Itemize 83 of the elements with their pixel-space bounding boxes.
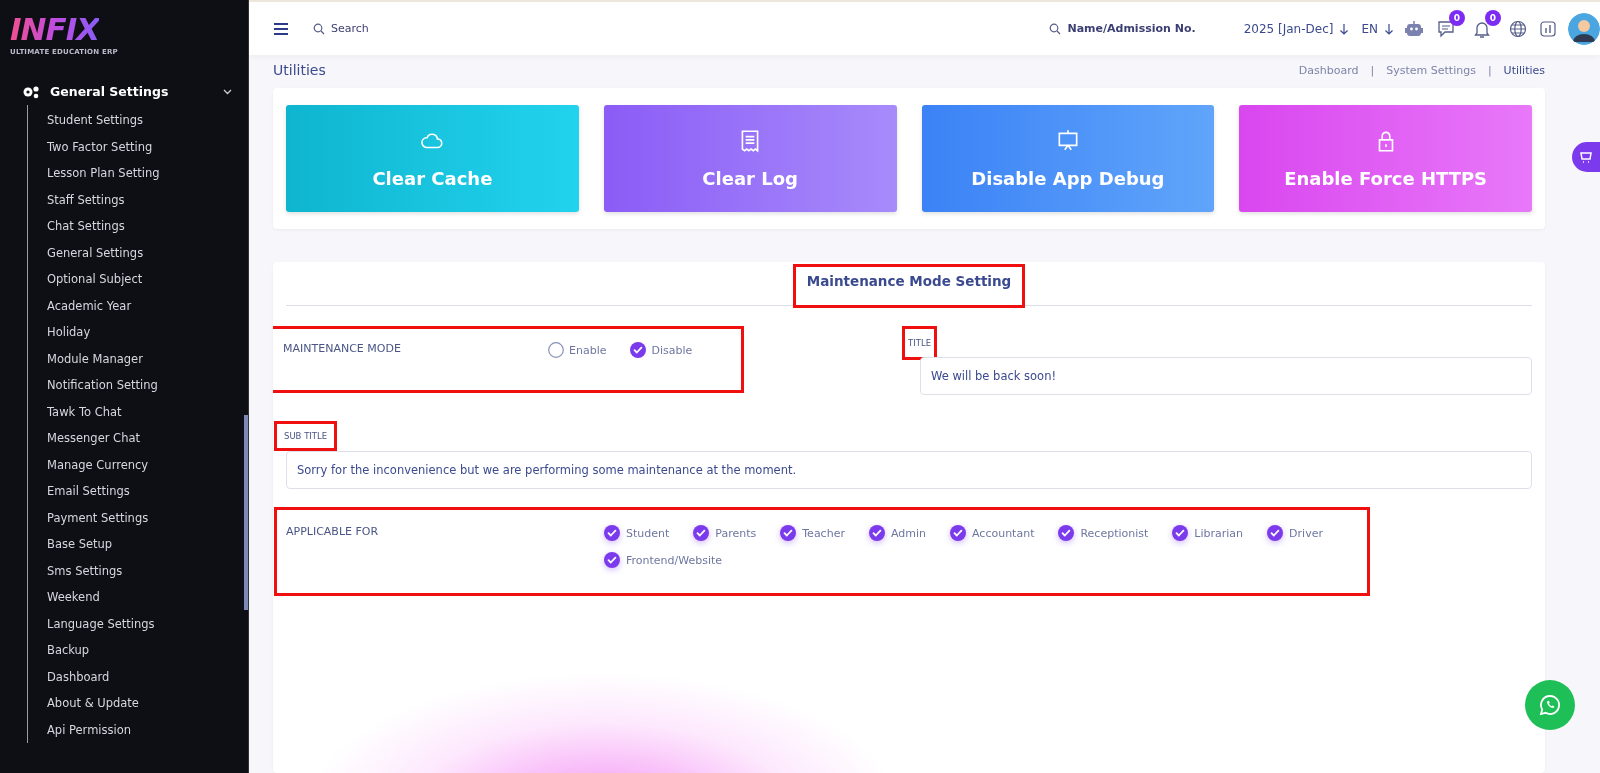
breadcrumb-link[interactable]: Dashboard [1298,63,1359,77]
checkbox-checked-icon[interactable] [1267,525,1284,541]
sidebar-item[interactable]: Weekend [28,584,248,611]
field-label: MAINTENANCE MODE [283,342,402,355]
chart-icon[interactable] [1538,18,1558,39]
checkbox-checked-icon[interactable] [604,552,620,568]
menu-icon[interactable] [273,21,289,36]
breadcrumb-link[interactable]: Utilities [1503,63,1545,77]
radio-option[interactable]: Disable [630,342,693,358]
checkbox-checked-icon[interactable] [693,525,710,541]
arrow-down-icon[interactable] [1384,22,1394,35]
breadcrumb-separator: | [1487,63,1492,77]
language-selector[interactable]: EN [1361,21,1378,36]
section-heading: Maintenance Mode Setting [792,264,1026,308]
sidebar-item[interactable]: Lesson Plan Setting [28,160,248,187]
robot-icon[interactable] [1404,18,1424,39]
breadcrumb-link[interactable]: System Settings [1386,63,1476,77]
sidebar-item[interactable]: Payment Settings [28,504,248,531]
sidebar-item[interactable]: Api Permission [28,716,248,743]
search-field[interactable]: Search [331,22,369,35]
sidebar-item[interactable]: Dashboard [28,663,248,690]
sidebar-item[interactable]: Holiday [28,319,248,346]
cart-tab[interactable] [1572,142,1600,172]
field-label: SUB TITLE [274,421,338,451]
sidebar-item[interactable]: Tawk To Chat [28,398,248,425]
checkbox-checked-icon[interactable] [1172,525,1189,541]
phone-bubble-icon [1538,693,1562,717]
scrollbar-thumb[interactable] [244,415,248,610]
role-checkbox[interactable]: Librarian [1172,525,1244,541]
role-checkbox[interactable]: Frontend/Website [604,552,723,568]
radio-option[interactable]: Enable [548,342,607,358]
sidebar-item[interactable]: Email Settings [28,478,248,505]
sidebar-item[interactable]: Messenger Chat [28,425,248,452]
sidebar-item[interactable]: Language Settings [28,610,248,637]
sidebar-item[interactable]: Base Setup [28,531,248,558]
student-search-field[interactable]: Name/Admission No. [1067,22,1196,35]
chat-badge: 0 [1449,9,1465,26]
checkbox-checked-icon[interactable] [1058,525,1075,541]
checkbox-checked-icon[interactable] [604,525,620,541]
chat-icon[interactable] [1436,18,1456,39]
sidebar-item[interactable]: Staff Settings [28,186,248,213]
sidebar-item[interactable]: Manage Currency [28,451,248,478]
sidebar-item[interactable]: Student Settings [28,107,248,134]
gears-icon [22,84,40,99]
session-selector[interactable]: 2025 [Jan-Dec] [1243,21,1334,36]
role-checkbox[interactable]: Admin [868,525,926,541]
checkbox-checked-icon[interactable] [630,342,647,358]
sidebar-item[interactable]: Notification Setting [28,372,248,399]
sidebar-item[interactable]: Backup [28,637,248,664]
search-icon [1049,22,1062,35]
page-title: Utilities [273,62,327,78]
sidebar-item[interactable]: General Settings [28,239,248,266]
title-input[interactable]: We will be back soon! [920,357,1532,395]
globe-icon[interactable] [1508,18,1528,39]
role-checkbox[interactable]: Driver [1267,525,1323,541]
subtitle-input[interactable]: Sorry for the inconvenience but we are performing some maintenance at the moment. [286,451,1532,489]
arrow-down-icon[interactable] [1339,22,1350,35]
sidebar-item[interactable]: Optional Subject [28,266,248,293]
checkbox-checked-icon[interactable] [950,525,966,541]
search-icon [313,22,325,35]
avatar[interactable] [1568,12,1600,45]
checkbox-checked-icon[interactable] [868,525,885,541]
checkbox-checked-icon[interactable] [780,525,797,541]
utility-button[interactable]: Clear Log [603,105,897,212]
sidebar-item[interactable]: About & Update [28,690,248,717]
sidebar-group-label[interactable]: General Settings [50,84,223,99]
chevron-icon[interactable] [223,88,232,95]
field-label: TITLE [902,326,937,360]
radio-empty-icon[interactable] [548,342,564,358]
sidebar-item[interactable]: Module Manager [28,345,248,372]
notification-badge: 0 [1485,9,1501,26]
role-checkbox[interactable]: Accountant [950,525,1035,541]
sidebar-item[interactable]: Chat Settings [28,213,248,240]
sidebar-item[interactable]: Two Factor Setting [28,133,248,160]
sidebar-item[interactable]: Sms Settings [28,557,248,584]
cart-icon[interactable] [1579,150,1593,164]
field-label: APPLICABLE FOR [286,525,380,538]
sidebar-item[interactable]: Academic Year [28,292,248,319]
role-checkbox[interactable]: Student [604,525,670,541]
role-checkbox[interactable]: Parents [693,525,757,541]
breadcrumb-separator: | [1370,63,1375,77]
role-checkbox[interactable]: Teacher [780,525,845,541]
role-checkbox[interactable]: Receptionist [1058,525,1149,541]
